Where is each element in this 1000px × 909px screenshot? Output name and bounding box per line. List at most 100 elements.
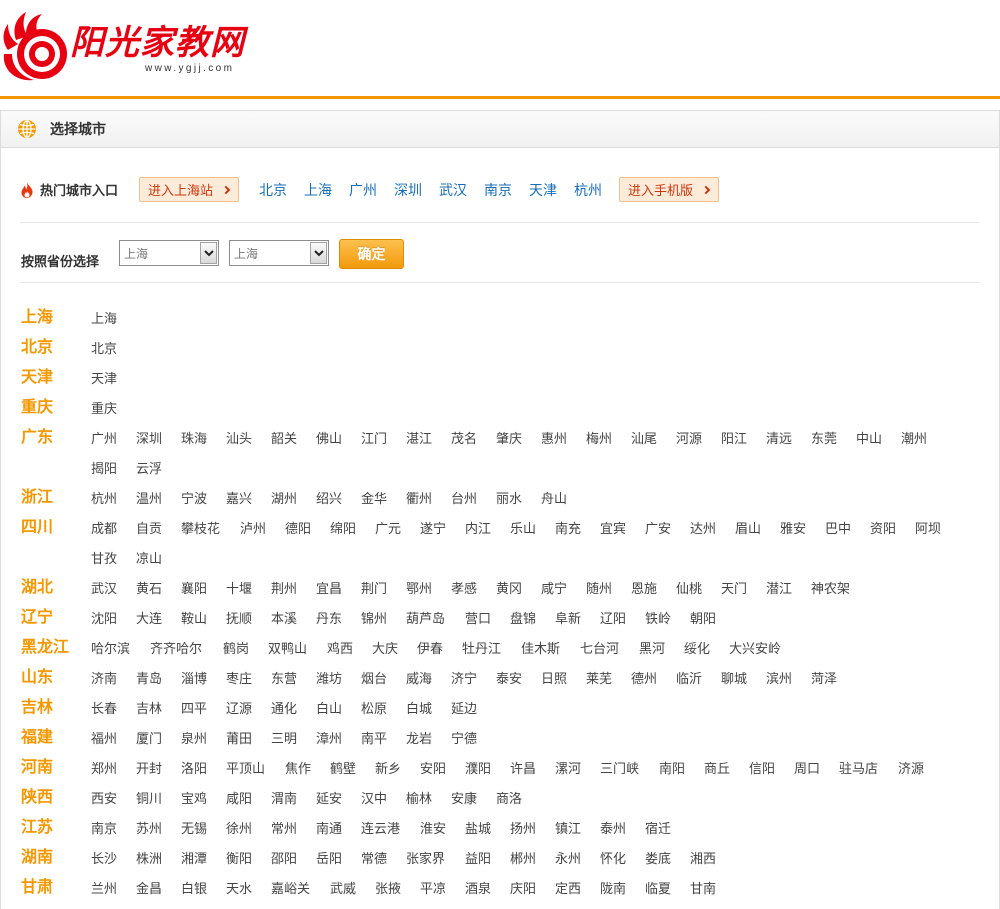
hot-city-link[interactable]: 南京: [484, 180, 512, 200]
city-link[interactable]: 铁岭: [645, 604, 673, 634]
city-link[interactable]: 绍兴: [316, 484, 344, 514]
city-link[interactable]: 渭南: [271, 784, 299, 814]
city-link[interactable]: 衡阳: [226, 844, 254, 874]
city-link[interactable]: 广安: [645, 514, 673, 544]
city-link[interactable]: 宜昌: [316, 574, 344, 604]
city-link[interactable]: 扬州: [510, 814, 538, 844]
city-link[interactable]: 平顶山: [226, 754, 268, 784]
city-link[interactable]: 威海: [406, 664, 434, 694]
city-link[interactable]: 凉山: [136, 544, 164, 574]
city-link[interactable]: 随州: [586, 574, 614, 604]
city-link[interactable]: 福州: [91, 724, 119, 754]
city-link[interactable]: 新乡: [375, 754, 403, 784]
city-link[interactable]: 大兴安岭: [729, 634, 785, 664]
city-link[interactable]: 佳木斯: [521, 634, 563, 664]
city-link[interactable]: 潍坊: [316, 664, 344, 694]
city-link[interactable]: 铜川: [136, 784, 164, 814]
city-link[interactable]: 泰安: [496, 664, 524, 694]
city-link[interactable]: 汕尾: [631, 424, 659, 454]
city-link[interactable]: 大庆: [372, 634, 400, 664]
chevron-down-icon[interactable]: [200, 242, 217, 264]
city-link[interactable]: 徐州: [226, 814, 254, 844]
city-link[interactable]: 抚顺: [226, 604, 254, 634]
city-link[interactable]: 潮州: [901, 424, 929, 454]
city-link[interactable]: 开封: [136, 754, 164, 784]
city-link[interactable]: 达州: [690, 514, 718, 544]
city-link[interactable]: 许昌: [510, 754, 538, 784]
city-link[interactable]: 莱芜: [586, 664, 614, 694]
city-link[interactable]: 烟台: [361, 664, 389, 694]
chevron-down-icon[interactable]: [310, 242, 327, 264]
city-link[interactable]: 永州: [555, 844, 583, 874]
city-dropdown[interactable]: 上海: [229, 240, 329, 266]
city-link[interactable]: 龙岩: [406, 724, 434, 754]
city-link[interactable]: 江门: [361, 424, 389, 454]
city-link[interactable]: 襄阳: [181, 574, 209, 604]
city-link[interactable]: 上海: [91, 304, 119, 334]
city-link[interactable]: 大连: [136, 604, 164, 634]
city-link[interactable]: 周口: [794, 754, 822, 784]
city-link[interactable]: 滨州: [766, 664, 794, 694]
city-link[interactable]: 莆田: [226, 724, 254, 754]
city-link[interactable]: 乐山: [510, 514, 538, 544]
city-link[interactable]: 盘锦: [510, 604, 538, 634]
city-link[interactable]: 泸州: [240, 514, 268, 544]
province-dropdown[interactable]: 上海: [119, 240, 219, 266]
city-link[interactable]: 吉林: [136, 694, 164, 724]
city-link[interactable]: 厦门: [136, 724, 164, 754]
city-link[interactable]: 雅安: [780, 514, 808, 544]
city-link[interactable]: 金华: [361, 484, 389, 514]
city-link[interactable]: 东营: [271, 664, 299, 694]
city-link[interactable]: 绵阳: [330, 514, 358, 544]
city-link[interactable]: 兰州: [91, 874, 119, 904]
city-link[interactable]: 定西: [555, 874, 583, 904]
city-link[interactable]: 北京: [91, 334, 119, 364]
city-link[interactable]: 葫芦岛: [406, 604, 448, 634]
city-link[interactable]: 西安: [91, 784, 119, 814]
city-link[interactable]: 南充: [555, 514, 583, 544]
city-link[interactable]: 天津: [91, 364, 119, 394]
city-link[interactable]: 黄冈: [496, 574, 524, 604]
city-link[interactable]: 丽水: [496, 484, 524, 514]
city-link[interactable]: 揭阳: [91, 454, 119, 484]
city-link[interactable]: 云浮: [136, 454, 164, 484]
city-link[interactable]: 东莞: [811, 424, 839, 454]
city-link[interactable]: 岳阳: [316, 844, 344, 874]
city-link[interactable]: 松原: [361, 694, 389, 724]
city-link[interactable]: 安阳: [420, 754, 448, 784]
city-link[interactable]: 杭州: [91, 484, 119, 514]
city-link[interactable]: 南通: [316, 814, 344, 844]
city-link[interactable]: 漳州: [316, 724, 344, 754]
city-link[interactable]: 张家界: [406, 844, 448, 874]
city-link[interactable]: 榆林: [406, 784, 434, 814]
city-link[interactable]: 营口: [465, 604, 493, 634]
city-link[interactable]: 益阳: [465, 844, 493, 874]
city-link[interactable]: 湖州: [271, 484, 299, 514]
city-link[interactable]: 四平: [181, 694, 209, 724]
city-link[interactable]: 七台河: [580, 634, 622, 664]
city-link[interactable]: 淄博: [181, 664, 209, 694]
city-link[interactable]: 荆门: [361, 574, 389, 604]
city-link[interactable]: 三明: [271, 724, 299, 754]
city-link[interactable]: 绥化: [684, 634, 712, 664]
city-link[interactable]: 白山: [316, 694, 344, 724]
city-link[interactable]: 武威: [330, 874, 358, 904]
city-link[interactable]: 咸阳: [226, 784, 254, 814]
city-link[interactable]: 济源: [898, 754, 926, 784]
city-link[interactable]: 宁德: [451, 724, 479, 754]
city-link[interactable]: 汉中: [361, 784, 389, 814]
city-link[interactable]: 盐城: [465, 814, 493, 844]
city-link[interactable]: 黄石: [136, 574, 164, 604]
city-link[interactable]: 枣庄: [226, 664, 254, 694]
city-link[interactable]: 湛江: [406, 424, 434, 454]
city-link[interactable]: 郑州: [91, 754, 119, 784]
city-link[interactable]: 深圳: [136, 424, 164, 454]
city-link[interactable]: 恩施: [631, 574, 659, 604]
city-link[interactable]: 伊春: [417, 634, 445, 664]
city-link[interactable]: 资阳: [870, 514, 898, 544]
city-link[interactable]: 甘孜: [91, 544, 119, 574]
city-link[interactable]: 鄂州: [406, 574, 434, 604]
city-link[interactable]: 辽阳: [600, 604, 628, 634]
city-link[interactable]: 镇江: [555, 814, 583, 844]
city-link[interactable]: 天水: [226, 874, 254, 904]
